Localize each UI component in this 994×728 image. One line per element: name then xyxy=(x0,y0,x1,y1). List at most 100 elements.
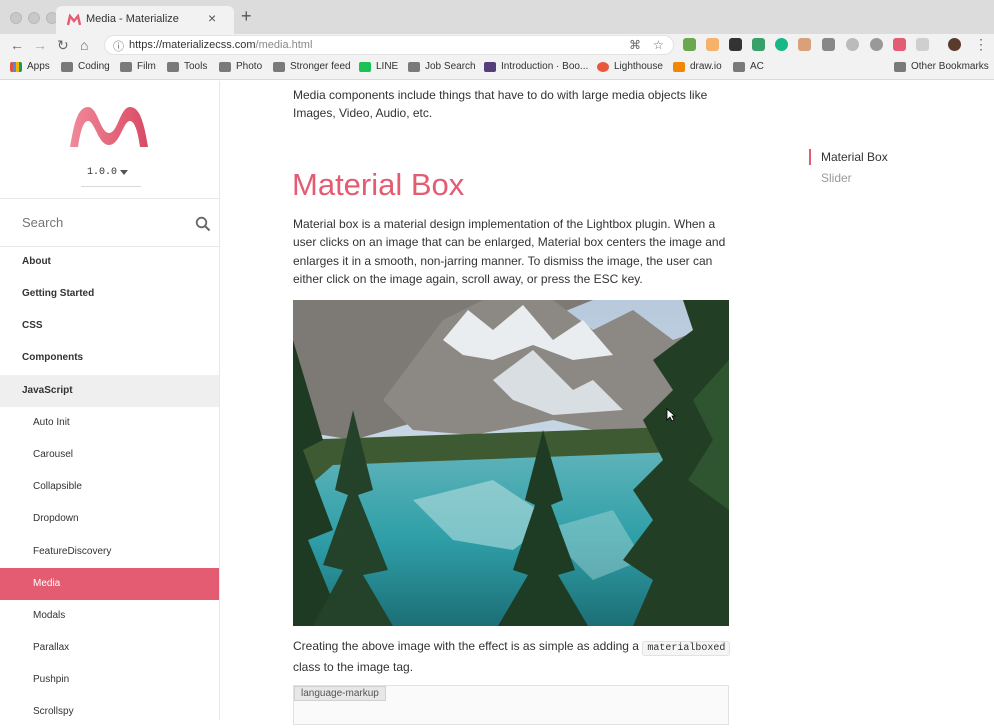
bookmark-label: Film xyxy=(137,61,156,72)
evernote-icon[interactable] xyxy=(752,38,765,51)
sidebar-item-modals[interactable]: Modals xyxy=(0,600,219,632)
address-toolbar: ← → ↻ ⌂ ⓘ https://materializecss.com/med… xyxy=(0,34,994,58)
bookmark-drawio[interactable]: draw.io xyxy=(673,61,722,72)
bookmark-stronger-feed[interactable]: Stronger feed xyxy=(273,61,351,72)
url-bar[interactable]: ⓘ https://materializecss.com/media.html … xyxy=(104,35,674,55)
version-select[interactable]: 1.0.0 xyxy=(81,167,141,187)
search-icon[interactable] xyxy=(195,216,211,232)
bootstrap-icon xyxy=(484,61,496,72)
bookmark-other[interactable]: Other Bookmarks xyxy=(894,61,989,72)
sidebar-item-about[interactable]: About xyxy=(0,246,219,278)
extension-8-icon[interactable] xyxy=(846,38,859,51)
home-icon[interactable]: ⌂ xyxy=(80,37,88,53)
apps-grid-icon xyxy=(10,61,22,72)
lighthouse-icon xyxy=(597,61,609,72)
sidebar-divider xyxy=(0,198,220,199)
bookmark-star-icon[interactable]: ☆ xyxy=(653,38,664,52)
bookmark-label: Photo xyxy=(236,61,263,72)
code-language-label: language-markup xyxy=(294,686,386,701)
bookmark-label: Lighthouse xyxy=(614,61,663,72)
grammarly-icon[interactable] xyxy=(775,38,788,51)
sidebar-item-collapsible[interactable]: Collapsible xyxy=(0,471,219,503)
translate-icon[interactable]: ⌘ xyxy=(629,38,641,52)
bookmark-label: AC xyxy=(750,61,764,72)
tab-title: Media - Materialize xyxy=(86,13,179,25)
extension-11-icon[interactable] xyxy=(916,38,929,51)
back-icon[interactable]: ← xyxy=(10,37,24,53)
toc-item-slider[interactable]: Slider xyxy=(821,171,852,185)
url-path: /media.html xyxy=(255,39,313,51)
caret-down-icon xyxy=(120,170,128,175)
materialize-extension-icon[interactable] xyxy=(893,38,906,51)
folder-icon xyxy=(219,61,231,72)
folder-icon xyxy=(120,61,132,72)
materialbox-image[interactable] xyxy=(293,300,729,626)
profile-avatar[interactable] xyxy=(948,38,961,51)
bug-icon[interactable] xyxy=(822,38,835,51)
sidebar-item-dropdown[interactable]: Dropdown xyxy=(0,503,219,535)
bookmark-label: Stronger feed xyxy=(290,61,351,72)
bookmark-label: Apps xyxy=(27,61,50,72)
folder-icon xyxy=(167,61,179,72)
sidebar-item-label: Scrollspy xyxy=(33,706,74,717)
sidebar-item-label: Modals xyxy=(33,610,66,621)
bookmark-label: Tools xyxy=(184,61,208,72)
line-icon xyxy=(359,61,371,72)
extension-1-icon[interactable] xyxy=(683,38,696,51)
bookmark-label: draw.io xyxy=(690,61,722,72)
toc-item-material-box[interactable]: Material Box xyxy=(821,150,888,164)
extension-6-icon[interactable] xyxy=(798,38,811,51)
bookmarks-bar: Apps Coding Film Tools Photo Stronger fe… xyxy=(0,58,994,80)
sidebar-item-pushpin[interactable]: Pushpin xyxy=(0,664,219,696)
extension-2-icon[interactable] xyxy=(706,38,719,51)
extension-3-icon[interactable] xyxy=(729,38,742,51)
materialize-favicon-icon xyxy=(67,14,81,26)
url-host: https://materializecss.com xyxy=(129,39,256,51)
bookmark-lighthouse[interactable]: Lighthouse xyxy=(597,61,663,72)
sidebar-item-featurediscovery[interactable]: FeatureDiscovery xyxy=(0,536,219,568)
sidebar-item-label: Pushpin xyxy=(33,674,70,685)
sidebar-item-getting-started[interactable]: Getting Started xyxy=(0,278,219,310)
reload-icon[interactable]: ↻ xyxy=(57,37,69,54)
extension-9-icon[interactable] xyxy=(870,38,883,51)
bookmark-job-search[interactable]: Job Search xyxy=(408,61,476,72)
materialize-logo-icon[interactable] xyxy=(68,103,150,149)
sidebar-item-label: About xyxy=(22,256,51,267)
url-text: https://materializecss.com/media.html xyxy=(129,39,312,51)
sidebar-item-scrollspy[interactable]: Scrollspy xyxy=(0,696,219,728)
main-content: Media components include things that hav… xyxy=(221,81,994,725)
bookmark-film[interactable]: Film xyxy=(120,61,156,72)
bookmark-line[interactable]: LINE xyxy=(359,61,398,72)
bookmark-tools[interactable]: Tools xyxy=(167,61,207,72)
sidebar-item-media[interactable]: Media xyxy=(0,568,219,600)
forward-icon[interactable]: → xyxy=(33,37,47,53)
folder-icon xyxy=(408,61,420,72)
sidebar-item-auto-init[interactable]: Auto Init xyxy=(0,407,219,439)
sidebar-item-components[interactable]: Components xyxy=(0,342,219,374)
window-titlebar: Media - Materialize × + xyxy=(0,0,994,34)
bookmark-coding[interactable]: Coding xyxy=(61,61,110,72)
sidebar-item-label: FeatureDiscovery xyxy=(33,546,112,557)
sidebar-item-css[interactable]: CSS xyxy=(0,310,219,342)
search-input[interactable] xyxy=(22,215,182,230)
bookmark-photo[interactable]: Photo xyxy=(219,61,262,72)
sidebar-item-carousel[interactable]: Carousel xyxy=(0,439,219,471)
sidebar-item-javascript[interactable]: JavaScript xyxy=(0,375,219,407)
sidebar-item-parallax[interactable]: Parallax xyxy=(0,632,219,664)
intro-text: Media components include things that hav… xyxy=(293,88,708,120)
folder-icon xyxy=(733,61,745,72)
menu-kebab-icon[interactable]: ⋮ xyxy=(974,36,988,53)
browser-tab[interactable]: Media - Materialize × xyxy=(56,6,234,34)
bookmark-apps[interactable]: Apps xyxy=(10,61,50,72)
minimize-window-button[interactable] xyxy=(28,12,40,24)
close-window-button[interactable] xyxy=(10,12,22,24)
new-tab-button[interactable]: + xyxy=(241,6,252,27)
bookmark-ac[interactable]: AC xyxy=(733,61,764,72)
folder-icon xyxy=(894,61,906,72)
toc-indicator xyxy=(809,149,811,165)
bookmark-introduction[interactable]: Introduction · Boo... xyxy=(484,61,588,72)
drawio-icon xyxy=(673,61,685,72)
section-heading: Material Box xyxy=(292,167,465,202)
tab-close-icon[interactable]: × xyxy=(208,10,216,26)
site-info-icon[interactable]: ⓘ xyxy=(113,38,124,54)
